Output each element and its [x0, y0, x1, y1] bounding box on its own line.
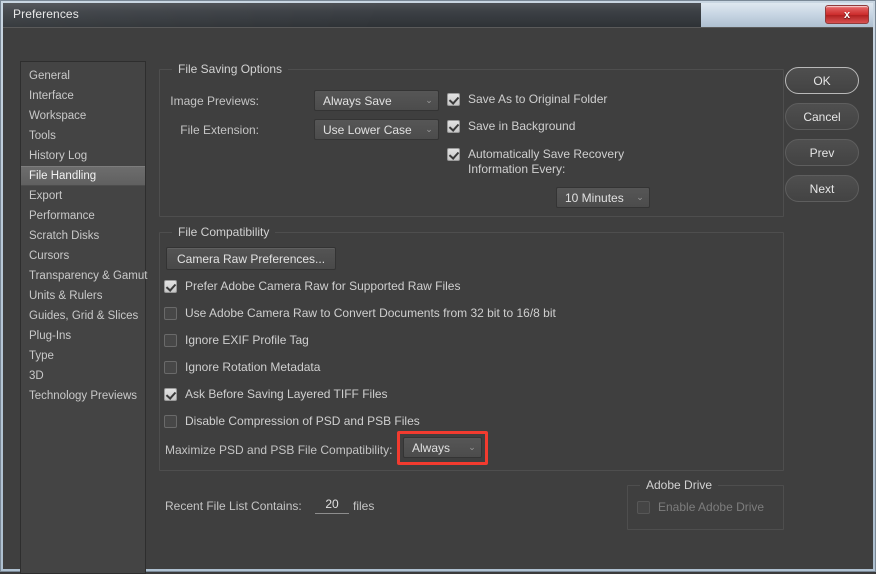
- maximize-compatibility-value: Always: [412, 440, 451, 455]
- preferences-window: Preferences x General Interface Workspac…: [0, 0, 876, 574]
- sidebar-item-cursors[interactable]: Cursors: [21, 246, 145, 266]
- file-compatibility-title: File Compatibility: [172, 225, 276, 239]
- use-camera-raw-convert-checkbox-row[interactable]: Use Adobe Camera Raw to Convert Document…: [164, 306, 556, 321]
- disable-compression-checkbox-row[interactable]: Disable Compression of PSD and PSB Files: [164, 414, 420, 429]
- chevron-down-icon: ⌄: [425, 124, 433, 134]
- ok-button[interactable]: OK: [785, 67, 859, 94]
- ask-layered-tiff-checkbox[interactable]: [164, 388, 177, 401]
- enable-adobe-drive-checkbox: [637, 501, 650, 514]
- dialog-button-column: OK Cancel Prev Next: [785, 67, 859, 211]
- sidebar-item-units-rulers[interactable]: Units & Rulers: [21, 286, 145, 306]
- chevron-down-icon: ⌄: [468, 442, 476, 452]
- image-previews-label: Image Previews:: [170, 94, 259, 108]
- sidebar-item-scratch-disks[interactable]: Scratch Disks: [21, 226, 145, 246]
- enable-adobe-drive-label: Enable Adobe Drive: [658, 500, 765, 514]
- file-saving-options-title: File Saving Options: [172, 62, 289, 76]
- sidebar-item-file-handling[interactable]: File Handling: [21, 166, 145, 186]
- sidebar-item-transparency-gamut[interactable]: Transparency & Gamut: [21, 266, 147, 286]
- ignore-exif-label: Ignore EXIF Profile Tag: [185, 333, 309, 347]
- sidebar-item-history-log[interactable]: History Log: [21, 146, 145, 166]
- use-camera-raw-convert-label: Use Adobe Camera Raw to Convert Document…: [185, 306, 556, 320]
- auto-save-recovery-checkbox[interactable]: [447, 148, 460, 161]
- title-bar-sheen: [3, 3, 709, 27]
- sidebar-item-workspace[interactable]: Workspace: [21, 106, 145, 126]
- enable-adobe-drive-checkbox-row: Enable Adobe Drive: [637, 500, 764, 515]
- image-previews-dropdown[interactable]: Always Save ⌄: [314, 90, 439, 111]
- prev-button[interactable]: Prev: [785, 139, 859, 166]
- sidebar-item-performance[interactable]: Performance: [21, 206, 145, 226]
- adobe-drive-title: Adobe Drive: [640, 478, 719, 492]
- recent-files-unit-label: files: [353, 499, 375, 513]
- auto-save-recovery-checkbox-row[interactable]: Automatically Save Recovery Information …: [447, 147, 643, 177]
- sidebar-item-guides-grid-slices[interactable]: Guides, Grid & Slices: [21, 306, 145, 326]
- image-previews-value: Always Save: [323, 93, 392, 108]
- preferences-category-list[interactable]: General Interface Workspace Tools Histor…: [20, 61, 147, 574]
- disable-compression-checkbox[interactable]: [164, 415, 177, 428]
- auto-save-interval-dropdown[interactable]: 10 Minutes ⌄: [556, 187, 650, 208]
- file-extension-label: File Extension:: [180, 123, 259, 137]
- save-in-background-label: Save in Background: [468, 119, 576, 133]
- title-bar: Preferences x: [3, 3, 873, 27]
- camera-raw-preferences-button[interactable]: Camera Raw Preferences...: [166, 247, 337, 270]
- sidebar-item-tools[interactable]: Tools: [21, 126, 145, 146]
- save-in-background-checkbox-row[interactable]: Save in Background: [447, 119, 575, 134]
- sidebar-item-export[interactable]: Export: [21, 186, 145, 206]
- ignore-rotation-checkbox[interactable]: [164, 361, 177, 374]
- chevron-down-icon: ⌄: [636, 192, 644, 202]
- sidebar-item-type[interactable]: Type: [21, 346, 145, 366]
- ignore-rotation-checkbox-row[interactable]: Ignore Rotation Metadata: [164, 360, 320, 375]
- auto-save-recovery-label: Automatically Save Recovery Information …: [468, 147, 625, 176]
- cancel-button[interactable]: Cancel: [785, 103, 859, 130]
- maximize-compatibility-label: Maximize PSD and PSB File Compatibility:: [165, 443, 393, 457]
- prefer-camera-raw-checkbox-row[interactable]: Prefer Adobe Camera Raw for Supported Ra…: [164, 279, 460, 294]
- save-as-original-folder-checkbox-row[interactable]: Save As to Original Folder: [447, 92, 607, 107]
- ask-layered-tiff-checkbox-row[interactable]: Ask Before Saving Layered TIFF Files: [164, 387, 388, 402]
- disable-compression-label: Disable Compression of PSD and PSB Files: [185, 414, 420, 428]
- auto-save-interval-value: 10 Minutes: [565, 190, 624, 205]
- file-extension-dropdown[interactable]: Use Lower Case ⌄: [314, 119, 439, 140]
- ignore-rotation-label: Ignore Rotation Metadata: [185, 360, 321, 374]
- ignore-exif-checkbox[interactable]: [164, 334, 177, 347]
- sidebar-item-technology-previews[interactable]: Technology Previews: [21, 386, 145, 406]
- save-in-background-checkbox[interactable]: [447, 120, 460, 133]
- window-title: Preferences: [13, 7, 79, 21]
- save-as-original-folder-checkbox[interactable]: [447, 93, 460, 106]
- recent-file-list-label: Recent File List Contains:: [165, 499, 302, 513]
- file-extension-value: Use Lower Case: [323, 122, 412, 137]
- chevron-down-icon: ⌄: [425, 95, 433, 105]
- prefer-camera-raw-checkbox[interactable]: [164, 280, 177, 293]
- recent-file-list-input[interactable]: 20: [315, 497, 349, 514]
- use-camera-raw-convert-checkbox[interactable]: [164, 307, 177, 320]
- sidebar-item-3d[interactable]: 3D: [21, 366, 145, 386]
- ask-layered-tiff-label: Ask Before Saving Layered TIFF Files: [185, 387, 388, 401]
- save-as-original-folder-label: Save As to Original Folder: [468, 92, 608, 106]
- dialog-body: General Interface Workspace Tools Histor…: [3, 27, 873, 574]
- maximize-compatibility-dropdown[interactable]: Always ⌄: [403, 437, 482, 458]
- prefer-camera-raw-label: Prefer Adobe Camera Raw for Supported Ra…: [185, 279, 461, 293]
- sidebar-item-general[interactable]: General: [21, 66, 145, 86]
- next-button[interactable]: Next: [785, 175, 859, 202]
- sidebar-item-interface[interactable]: Interface: [21, 86, 145, 106]
- close-icon[interactable]: x: [825, 5, 869, 24]
- ignore-exif-checkbox-row[interactable]: Ignore EXIF Profile Tag: [164, 333, 309, 348]
- sidebar-item-plug-ins[interactable]: Plug-Ins: [21, 326, 145, 346]
